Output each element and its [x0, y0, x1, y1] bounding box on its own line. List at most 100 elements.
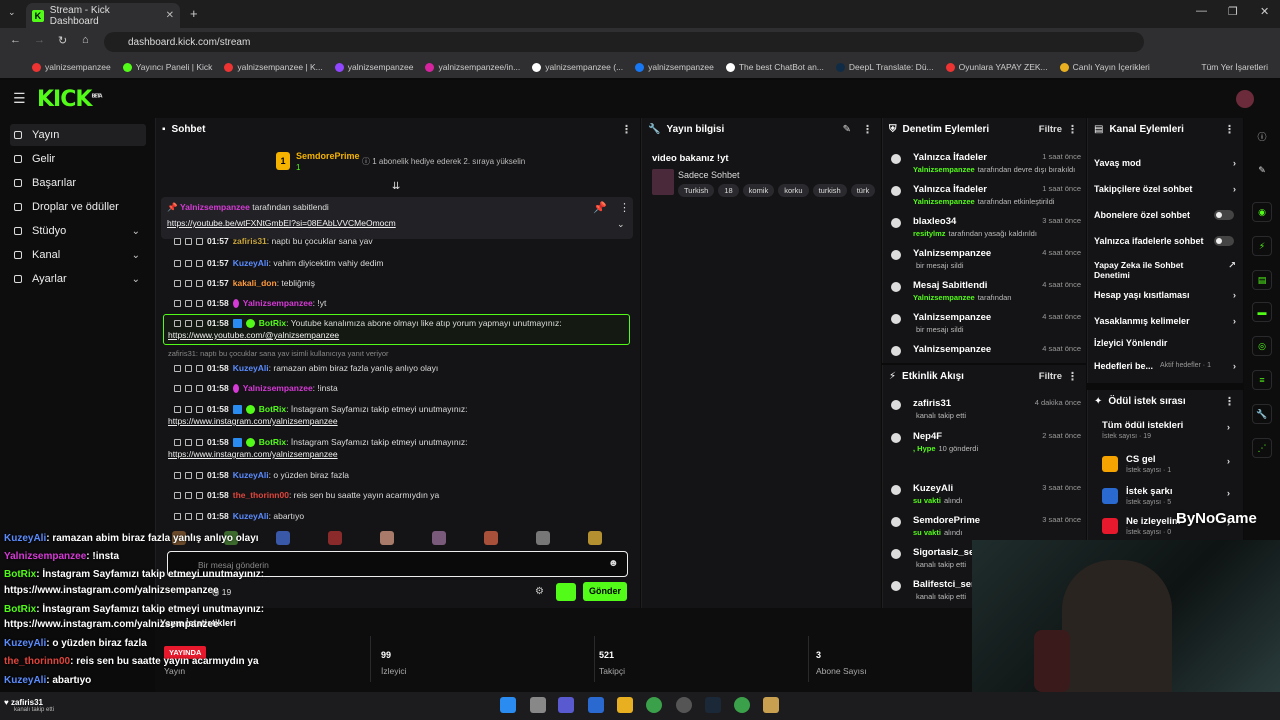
- bolt-icon[interactable]: ⚡: [1252, 236, 1272, 256]
- pinned-menu-icon[interactable]: ⋮: [619, 201, 630, 214]
- ban-icon[interactable]: [196, 319, 203, 327]
- bookmark-item[interactable]: yalnizsempanzee (...: [532, 62, 623, 72]
- channel-action-item[interactable]: Yavaş mod ›: [1094, 158, 1236, 169]
- activity-menu-icon[interactable]: ⋮: [1067, 370, 1078, 383]
- channel-action-item[interactable]: Yapay Zeka ile Sohbet Denetimi ↗: [1094, 260, 1236, 281]
- channel-action-item[interactable]: Abonelere özel sohbet: [1094, 210, 1236, 221]
- moderation-item[interactable]: Yalnızca İfadeler Yalnizsempanzee tarafınd…: [891, 184, 1081, 212]
- message-link[interactable]: https://www.instagram.com/yalnizsempanze…: [168, 416, 338, 426]
- app-icon[interactable]: [588, 697, 604, 713]
- unpin-icon[interactable]: 📌: [593, 201, 607, 214]
- channel-action-item[interactable]: Takipçilere özel sohbet ›: [1094, 184, 1236, 195]
- bookmark-item[interactable]: The best ChatBot an...: [725, 62, 824, 72]
- chat-message[interactable]: 01:58 KuzeyAli: abartıyo: [174, 511, 304, 521]
- delete-icon[interactable]: [174, 491, 181, 499]
- steam-icon[interactable]: [705, 697, 721, 713]
- message-link[interactable]: https://www.youtube.com/@yalnizsempanzee: [168, 330, 339, 340]
- rewards-menu-icon[interactable]: ⋮: [1224, 395, 1235, 408]
- timeout-icon[interactable]: [185, 237, 192, 245]
- chrome-icon[interactable]: [734, 697, 750, 713]
- ban-icon[interactable]: [196, 384, 203, 392]
- tag-chip[interactable]: turkish: [812, 184, 847, 197]
- menu-icon[interactable]: ☰: [13, 90, 26, 107]
- browser-tab[interactable]: K Stream - Kick Dashboard ✕: [26, 3, 180, 28]
- timeout-icon[interactable]: [185, 319, 192, 327]
- back-icon[interactable]: ←: [10, 34, 21, 46]
- ban-icon[interactable]: [196, 471, 203, 479]
- chat-settings-icon[interactable]: ⚙: [535, 586, 544, 597]
- close-window-icon[interactable]: ✕: [1260, 5, 1269, 18]
- moderation-item[interactable]: Mesaj Sabitlendi Yalnizsempanzee tarafında…: [891, 280, 1081, 308]
- message-username[interactable]: BotRix: [259, 437, 286, 447]
- bookmark-item[interactable]: yalnizsempanzee/in...: [425, 62, 520, 72]
- timeout-icon[interactable]: [185, 438, 192, 446]
- tab-search-icon[interactable]: ⌄: [8, 7, 16, 18]
- timeout-icon[interactable]: [185, 384, 192, 392]
- share-icon[interactable]: ⋰: [1252, 438, 1272, 458]
- moderation-item[interactable]: Yalnizsempanzee bir mesajı sildi 4 saat ön…: [891, 248, 1081, 276]
- activity-item[interactable]: KuzeyAli su vakti alındı 3 saat önce: [891, 483, 1081, 513]
- activity-item[interactable]: zafiris31 kanalı takip etti 4 dakika önce: [891, 398, 1081, 428]
- chat-menu-icon[interactable]: ⋮: [621, 123, 632, 136]
- chat-message[interactable]: 01:58 the_thorinn00: reis sen bu saatte y…: [174, 490, 439, 500]
- delete-icon[interactable]: [174, 438, 181, 446]
- reward-item[interactable]: CS gel İstek sayısı · 1 ›: [1102, 454, 1230, 474]
- reward-item[interactable]: Tüm ödül istekleri İstek sayısı · 19 ›: [1102, 420, 1230, 440]
- tag-chip[interactable]: korku: [778, 184, 809, 197]
- delete-icon[interactable]: [174, 259, 181, 267]
- emote-icon[interactable]: [276, 531, 290, 545]
- emoji-icon[interactable]: ☻: [608, 558, 619, 569]
- delete-icon[interactable]: [174, 384, 181, 392]
- message-username[interactable]: KuzeyAli: [233, 470, 269, 480]
- pinned-expand-icon[interactable]: ⌄: [617, 219, 625, 230]
- bookmark-item[interactable]: yalnizsempanzee: [635, 62, 714, 72]
- broadcast-icon[interactable]: ◎: [1252, 336, 1272, 356]
- channel-action-item[interactable]: Yasaklanmış kelimeler ›: [1094, 316, 1236, 327]
- maximize-icon[interactable]: ❐: [1228, 5, 1238, 18]
- reward-item[interactable]: İstek şarkı İstek sayısı · 5 ›: [1102, 486, 1230, 506]
- scroll-down-icon[interactable]: ⇊: [392, 181, 400, 192]
- info-icon[interactable]: ⓘ: [1252, 126, 1272, 146]
- channel-action-item[interactable]: İzleyici Yönlendir: [1094, 338, 1236, 349]
- all-bookmarks[interactable]: Tüm Yer İşaretleri: [1201, 62, 1268, 72]
- edit-icon[interactable]: ✎: [843, 124, 851, 135]
- message-username[interactable]: zafiris31: [233, 236, 267, 246]
- tag-chip[interactable]: komik: [742, 184, 775, 197]
- moderation-item[interactable]: blaxleo34 resitylmz tarafından yasağı kald…: [891, 216, 1081, 244]
- stack-icon[interactable]: ≡: [1252, 370, 1272, 390]
- timeout-icon[interactable]: [185, 405, 192, 413]
- message-username[interactable]: BotRix: [259, 404, 286, 414]
- sidebar-item-6[interactable]: Ayarlar ⌄: [10, 268, 146, 290]
- message-username[interactable]: KuzeyAli: [233, 258, 269, 268]
- chat-message[interactable]: 01:57 zafiris31: naptı bu çocuklar sana y…: [174, 236, 373, 246]
- reload-icon[interactable]: ↻: [58, 34, 67, 47]
- toggle-switch[interactable]: [1214, 236, 1234, 246]
- sidebar-item-3[interactable]: Droplar ve ödüller: [10, 196, 146, 218]
- activity-filter-button[interactable]: Filtre: [1039, 371, 1062, 382]
- chrome-icon[interactable]: [646, 697, 662, 713]
- bookmark-item[interactable]: Oyunlara YAPAY ZEK...: [945, 62, 1048, 72]
- ban-icon[interactable]: [196, 299, 203, 307]
- tool-icon[interactable]: 🔧: [1252, 404, 1272, 424]
- app-icon[interactable]: [763, 697, 779, 713]
- ban-icon[interactable]: [196, 512, 203, 520]
- chat-message[interactable]: 01:58 BotRix: İnstagram Sayfamızı takip e…: [174, 404, 468, 414]
- ban-icon[interactable]: [196, 364, 203, 372]
- message-link[interactable]: https://www.instagram.com/yalnizsempanze…: [168, 449, 338, 459]
- bookmark-item[interactable]: yalnizsempanzee: [32, 62, 111, 72]
- message-username[interactable]: Yalnizsempanzee: [243, 383, 313, 393]
- emote-icon[interactable]: [328, 531, 342, 545]
- avatar[interactable]: [1236, 90, 1254, 108]
- ban-icon[interactable]: [196, 279, 203, 287]
- bookmark-item[interactable]: yalnizsempanzee: [334, 62, 413, 72]
- bookmark-item[interactable]: DeepL Translate: Dü...: [835, 62, 934, 72]
- moderation-item[interactable]: Yalnızca İfadeler Yalnizsempanzee tarafınd…: [891, 152, 1081, 180]
- message-username[interactable]: BotRix: [259, 318, 286, 328]
- delete-icon[interactable]: [174, 512, 181, 520]
- message-username[interactable]: the_thorinn00: [233, 490, 289, 500]
- tag-chip[interactable]: 18: [718, 184, 739, 197]
- bot-icon[interactable]: [556, 583, 576, 601]
- delete-icon[interactable]: [174, 364, 181, 372]
- chat-message[interactable]: 01:58 Yalnizsempanzee: !insta: [174, 383, 338, 393]
- delete-icon[interactable]: [174, 299, 181, 307]
